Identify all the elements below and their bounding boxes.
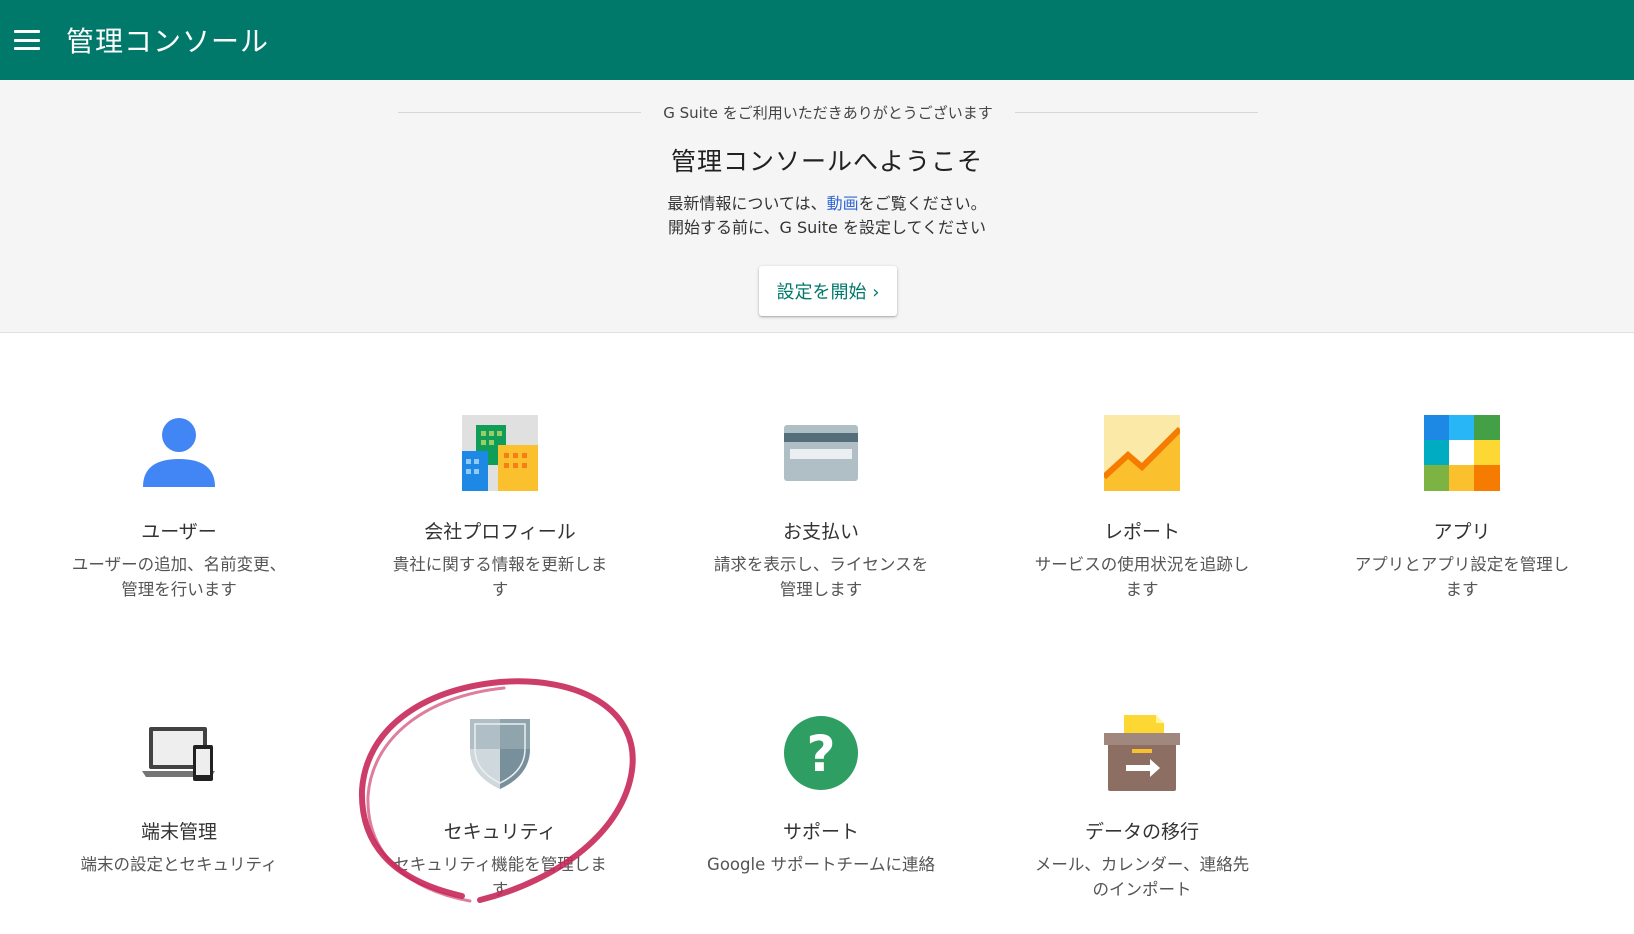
shield-icon bbox=[462, 715, 538, 791]
desc-prefix: 最新情報については、 bbox=[667, 194, 827, 213]
tile-name: セキュリティ bbox=[443, 821, 557, 843]
migration-box-icon bbox=[1104, 715, 1180, 791]
welcome-description: 最新情報については、動画をご覧ください。 開始する前に、G Suite を設定し… bbox=[0, 192, 1634, 240]
tile-apps[interactable]: アプリ アプリとアプリ設定を管理します bbox=[1342, 415, 1582, 602]
tile-support[interactable]: ? サポート Google サポートチームに連絡 bbox=[701, 715, 941, 877]
credit-card-icon bbox=[783, 415, 859, 491]
tile-description: アプリとアプリ設定を管理します bbox=[1354, 555, 1570, 599]
devices-icon bbox=[141, 715, 217, 791]
thanks-text: G Suite をご利用いただきありがとうございます bbox=[663, 103, 993, 122]
tile-name: データの移行 bbox=[1084, 821, 1199, 843]
tile-data-migration[interactable]: データの移行 メール、カレンダー、連絡先のインポート bbox=[1022, 715, 1262, 902]
apps-grid-icon bbox=[1424, 415, 1500, 491]
tile-reports[interactable]: レポート サービスの使用状況を追跡します bbox=[1022, 415, 1262, 602]
tile-description: 請求を表示し、ライセンスを管理します bbox=[713, 555, 929, 599]
chart-icon bbox=[1101, 415, 1183, 491]
tile-description: セキュリティ機能を管理します bbox=[393, 855, 607, 899]
welcome-title: 管理コンソールへようこそ bbox=[670, 147, 983, 176]
tile-billing[interactable]: お支払い 請求を表示し、ライセンスを管理します bbox=[701, 415, 941, 602]
user-icon bbox=[141, 415, 217, 491]
thanks-row: G Suite をご利用いただきありがとうございます bbox=[398, 100, 1258, 124]
tile-name: サポート bbox=[782, 821, 859, 843]
tile-description: 貴社に関する情報を更新します bbox=[392, 555, 608, 599]
tile-description: 端末の設定とセキュリティ bbox=[80, 855, 278, 874]
divider bbox=[398, 111, 642, 113]
start-setup-button[interactable]: 設定を開始 › bbox=[759, 266, 897, 316]
tile-name: 会社プロフィール bbox=[424, 521, 576, 543]
tile-description: サービスの使用状況を追跡します bbox=[1034, 555, 1250, 599]
tile-name: アプリ bbox=[1433, 521, 1491, 543]
building-icon bbox=[462, 415, 538, 491]
video-link[interactable]: 動画 bbox=[827, 194, 859, 213]
desc-suffix: をご覧ください。 bbox=[858, 194, 987, 213]
tile-devices[interactable]: 端末管理 端末の設定とセキュリティ bbox=[59, 715, 299, 877]
help-icon: ? bbox=[783, 715, 859, 791]
tile-name: レポート bbox=[1103, 521, 1180, 543]
tile-users[interactable]: ユーザー ユーザーの追加、名前変更、管理を行います bbox=[59, 415, 299, 602]
app-title: 管理コンソール bbox=[66, 25, 270, 58]
tile-security[interactable]: セキュリティ セキュリティ機能を管理します bbox=[380, 715, 620, 902]
tile-name: 端末管理 bbox=[140, 821, 217, 843]
welcome-banner: G Suite をご利用いただきありがとうございます 管理コンソールへようこそ … bbox=[0, 80, 1634, 333]
tile-description: Google サポートチームに連絡 bbox=[707, 855, 935, 874]
tile-name: ユーザー bbox=[141, 521, 217, 543]
tile-description: メール、カレンダー、連絡先のインポート bbox=[1034, 855, 1250, 899]
hamburger-menu-icon[interactable] bbox=[14, 30, 40, 50]
tile-company-profile[interactable]: 会社プロフィール 貴社に関する情報を更新します bbox=[380, 415, 620, 602]
svg-text:?: ? bbox=[806, 725, 835, 783]
tile-name: お支払い bbox=[782, 521, 859, 543]
divider bbox=[1014, 111, 1258, 113]
desc-line2: 開始する前に、G Suite を設定してください bbox=[668, 218, 986, 237]
app-header: 管理コンソール bbox=[0, 0, 1634, 80]
tile-description: ユーザーの追加、名前変更、管理を行います bbox=[71, 555, 287, 599]
